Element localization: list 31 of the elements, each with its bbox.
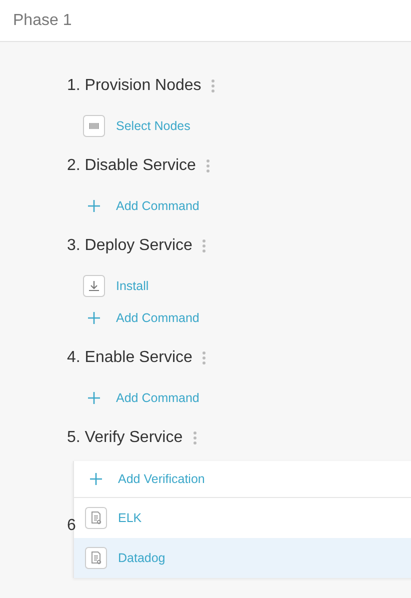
- step-title: 5. Verify Service: [67, 429, 183, 447]
- step-title: 6: [67, 517, 76, 535]
- add-command-link[interactable]: Add Command: [116, 199, 200, 213]
- step-title: 1. Provision Nodes: [67, 77, 202, 95]
- menu-item[interactable]: Datadog: [74, 538, 411, 578]
- grid-icon: [83, 115, 105, 137]
- more-icon[interactable]: [192, 431, 197, 445]
- plus-icon: [88, 312, 100, 324]
- step-title: 2. Disable Service: [67, 157, 196, 175]
- menu-item-label: Datadog: [118, 551, 166, 565]
- menu-item[interactable]: Add Verification: [74, 461, 411, 498]
- menu-item-label: ELK: [118, 511, 142, 525]
- command-link[interactable]: Install: [116, 279, 149, 293]
- download-icon: [83, 275, 105, 297]
- phase-title: Phase 1: [13, 12, 72, 30]
- more-icon[interactable]: [202, 351, 206, 365]
- plus-icon: [90, 473, 102, 485]
- step-title: 3. Deploy Service: [67, 237, 192, 255]
- document-icon: [85, 507, 107, 529]
- more-icon[interactable]: [211, 79, 216, 93]
- menu-item[interactable]: ELK: [74, 498, 411, 538]
- document-icon: [85, 547, 107, 569]
- add-command-link[interactable]: Add Command: [116, 311, 200, 325]
- menu-item-label: Add Verification: [118, 472, 205, 486]
- add-command-link[interactable]: Add Command: [116, 391, 200, 405]
- plus-icon: [88, 392, 100, 404]
- command-link[interactable]: Select Nodes: [116, 119, 190, 133]
- more-icon[interactable]: [206, 159, 210, 173]
- more-icon[interactable]: [202, 239, 206, 253]
- step-title: 4. Enable Service: [67, 349, 192, 367]
- plus-icon: [88, 200, 100, 212]
